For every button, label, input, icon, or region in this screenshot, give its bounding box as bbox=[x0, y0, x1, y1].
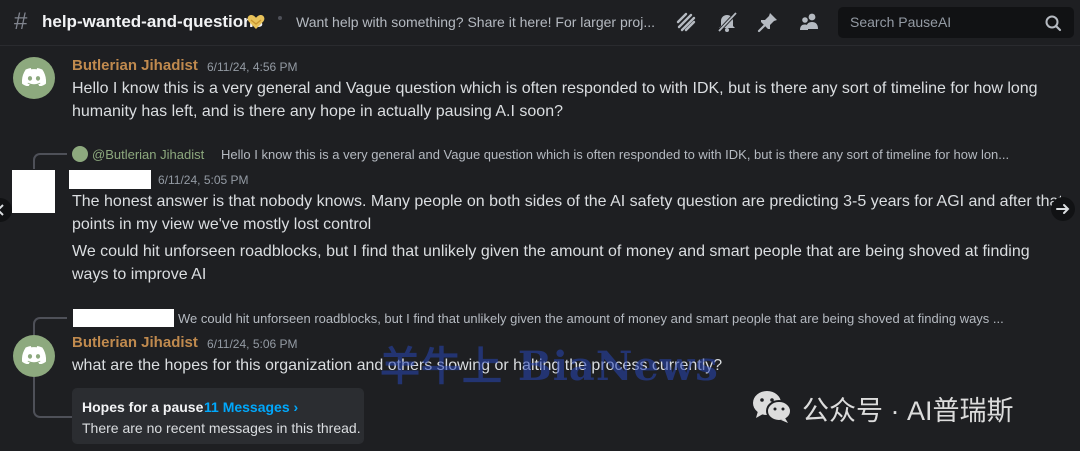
message-text-line: We could hit unforseen roadblocks, but I… bbox=[72, 243, 1030, 260]
search-icon bbox=[1045, 15, 1062, 32]
channel-header: # help-wanted-and-questions Want help wi… bbox=[0, 0, 1080, 46]
message-text-line: Hello I know this is a very general and … bbox=[72, 80, 1038, 97]
message-text-line: humanity has left, and is there any hope… bbox=[72, 103, 563, 120]
chevron-left-icon bbox=[0, 204, 4, 216]
mute-bell-icon[interactable] bbox=[716, 11, 738, 33]
message-timestamp: 6/11/24, 5:05 PM bbox=[158, 173, 249, 187]
redacted-reply-author bbox=[73, 309, 174, 327]
reply-connector bbox=[33, 317, 67, 335]
wechat-logo-icon bbox=[753, 391, 792, 423]
message-author[interactable]: Butlerian Jihadist bbox=[72, 57, 198, 74]
members-icon[interactable] bbox=[798, 11, 820, 33]
reply-avatar bbox=[72, 146, 88, 162]
channel-topic[interactable]: Want help with something? Share it here!… bbox=[296, 14, 656, 30]
discord-logo-icon bbox=[22, 346, 46, 364]
heart-emoji-icon bbox=[247, 14, 265, 29]
scroll-left-button[interactable] bbox=[0, 198, 12, 222]
channel-name[interactable]: help-wanted-and-questions bbox=[42, 12, 263, 32]
search-placeholder: Search PauseAI bbox=[850, 14, 952, 30]
reply-connector bbox=[33, 153, 67, 169]
message-author[interactable]: Butlerian Jihadist bbox=[72, 334, 198, 351]
reply-preview[interactable]: We could hit unforseen roadblocks, but I… bbox=[178, 311, 1066, 326]
search-input[interactable]: Search PauseAI bbox=[838, 7, 1074, 38]
redacted-avatar bbox=[12, 170, 55, 213]
thread-card[interactable]: Hopes for a pause 11 Messages › There ar… bbox=[72, 388, 364, 444]
avatar[interactable] bbox=[13, 57, 55, 99]
discord-logo-icon bbox=[22, 68, 46, 86]
topic-divider bbox=[278, 16, 282, 20]
account-watermark: 公众号 · AI普瑞斯 bbox=[802, 396, 1014, 426]
thread-message-count[interactable]: 11 Messages › bbox=[204, 399, 298, 415]
message-timestamp: 6/11/24, 5:06 PM bbox=[207, 337, 298, 351]
bianews-watermark: 羊牛上 BiaNews bbox=[380, 343, 719, 390]
reply-author[interactable]: @Butlerian Jihadist bbox=[92, 147, 204, 162]
pin-icon[interactable] bbox=[757, 11, 779, 33]
message-text-line: The honest answer is that nobody knows. … bbox=[72, 193, 1063, 210]
scroll-right-button[interactable] bbox=[1051, 197, 1075, 221]
threads-icon[interactable] bbox=[675, 11, 697, 33]
thread-connector bbox=[33, 377, 72, 418]
message-timestamp: 6/11/24, 4:56 PM bbox=[207, 60, 298, 74]
message-text-line: ways to improve AI bbox=[72, 266, 207, 283]
redacted-username bbox=[69, 170, 151, 189]
avatar[interactable] bbox=[13, 335, 55, 377]
thread-title[interactable]: Hopes for a pause bbox=[82, 399, 203, 415]
hash-icon: # bbox=[14, 8, 28, 35]
message-text-line: points in my view we've mostly lost cont… bbox=[72, 216, 372, 233]
reply-preview[interactable]: Hello I know this is a very general and … bbox=[221, 147, 1066, 162]
thread-note: There are no recent messages in this thr… bbox=[82, 420, 361, 436]
arrow-right-icon bbox=[1056, 204, 1070, 214]
